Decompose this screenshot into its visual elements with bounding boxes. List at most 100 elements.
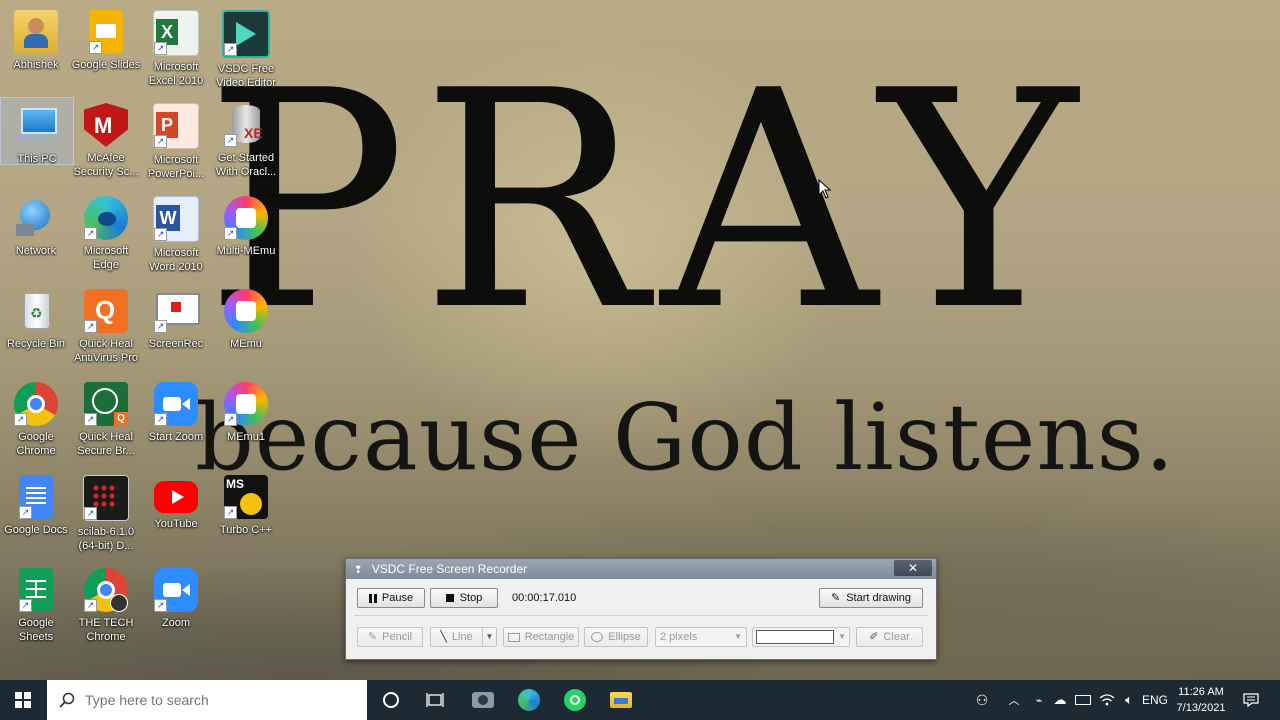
desktop-icon-youtube[interactable]: YouTube [140,469,212,559]
computer-icon [15,104,59,148]
turbo-cpp-icon: MS ↗ [224,475,268,519]
desktop-icon-recycle-bin[interactable]: ♻ Recycle Bin [0,283,72,373]
google-docs-icon: ↗ [19,475,53,519]
cloud-icon: ☁ [1053,692,1067,707]
desktop-icon-edge[interactable]: ↗ Microsoft Edge [70,190,142,280]
desktop-icon-abhishek[interactable]: Abhishek [0,4,72,94]
wifi-tray-button[interactable] [1096,680,1118,720]
word-icon: W ↗ [153,196,199,242]
rectangle-icon [507,632,520,642]
desktop-icon-mcafee[interactable]: M McAfee Security Sc... [70,97,142,187]
recorder-app-icon: ❢ [354,565,363,576]
wallpaper-subtitle: because God listens. [195,384,1176,491]
input-language-button[interactable]: ENG [1140,680,1170,720]
zoom-icon: ↗ [154,382,198,426]
network-icon [14,196,58,240]
quickheal-icon: Q ↗ [84,289,128,333]
chevron-up-icon: ︿ [1008,695,1020,707]
desktop-icon-vsdc-editor[interactable]: ↗ VSDC Free Video Editor [210,4,282,94]
desktop-icon-the-tech-chrome[interactable]: ↗ THE TECH Chrome [70,562,142,652]
vsdc-editor-icon: ↗ [222,10,270,58]
oracle-icon: XE ↗ [224,103,268,147]
line-tool-button[interactable]: ╲ Line [430,627,482,647]
chevron-down-icon: ▼ [485,632,494,641]
color-picker-select[interactable]: ▼ [752,627,850,647]
wallpaper-title: PRAY [205,27,1092,376]
recycle-bin-icon: ♻ [14,289,58,333]
recorder-divider [354,615,928,616]
desktop-icon-turbo-cpp[interactable]: MS ↗ Turbo C++ [210,469,282,559]
taskbar-file-explorer[interactable] [598,680,644,720]
pause-icon [368,593,377,603]
task-view-icon [426,693,444,707]
desktop-icon-memu1[interactable]: ↗ MEmu1 [210,376,282,466]
desktop-icon-quickheal-browser[interactable]: Q ↗ Quick Heal Secure Br... [70,376,142,466]
recorder-title: VSDC Free Screen Recorder [371,562,528,576]
battery-tray-button[interactable] [1072,680,1094,720]
stroke-size-select[interactable]: 2 pixels ▼ [655,627,747,647]
excel-icon: X ↗ [153,10,199,56]
pencil-icon: ✎ [367,631,378,643]
user-folder-icon [14,10,58,54]
show-hidden-icons-button[interactable]: ︿ [1004,680,1024,720]
brush-icon: ✎ [830,592,841,604]
taskbar-edge[interactable] [506,680,552,720]
volume-tray-button[interactable]: 🔈︎ [1118,680,1140,720]
taskbar-camera-app[interactable] [460,680,506,720]
desktop-icon-oracle[interactable]: XE ↗ Get Started With Oracl... [210,97,282,187]
search-icon [59,692,75,708]
desktop-icon-start-zoom[interactable]: ↗ Start Zoom [140,376,212,466]
google-slides-icon: ↗ [89,10,123,54]
recorder-titlebar[interactable]: ❢ VSDC Free Screen Recorder ✕ [346,559,936,579]
stop-button[interactable]: Stop [430,588,498,608]
screen-recorder-window: ❢ VSDC Free Screen Recorder ✕ Pause Stop… [345,558,937,660]
start-button[interactable] [0,680,46,720]
start-drawing-button[interactable]: ✎ Start drawing [819,588,923,608]
pause-button[interactable]: Pause [357,588,425,608]
ellipse-tool-button[interactable]: Ellipse [584,627,648,647]
notification-icon [1243,693,1259,707]
desktop-icon-word[interactable]: W ↗ Microsoft Word 2010 [140,190,212,280]
desktop-icon-google-sheets[interactable]: ↗ Google Sheets [0,562,72,652]
desktop-icon-screenrec[interactable]: ↗ ScreenRec [140,283,212,373]
desktop-icon-network[interactable]: Network [0,190,72,280]
onedrive-tray-button[interactable]: ☁ [1050,680,1070,720]
line-options-dropdown[interactable]: ▼ [482,627,497,647]
youtube-icon [154,481,198,513]
desktop-icon-google-slides[interactable]: ↗ Google Slides [70,4,142,94]
desktop-icon-memu[interactable]: MEmu [210,283,282,373]
taskbar-whatsapp[interactable] [552,680,598,720]
edge-icon [518,689,540,711]
whatsapp-icon [564,689,586,711]
color-swatch [756,630,834,644]
taskbar-clock[interactable]: 11:26 AM 7/13/2021 [1170,684,1232,716]
taskbar-search[interactable] [47,680,367,720]
pencil-tool-button[interactable]: ✎ Pencil [357,627,423,647]
rectangle-tool-button[interactable]: Rectangle [503,627,579,647]
desktop-icon-zoom[interactable]: ↗ Zoom [140,562,212,652]
search-input[interactable] [83,691,347,709]
desktop-icon-chrome[interactable]: ↗ Google Chrome [0,376,72,466]
memu-icon: ↗ [224,196,268,240]
battery-icon [1075,695,1091,705]
stop-icon [445,594,454,602]
people-button[interactable]: ⚇ [968,680,996,720]
clear-button[interactable]: ✐ Clear [856,627,923,647]
desktop-icon-this-pc[interactable]: This PC [0,97,74,165]
zoom-icon: ↗ [154,568,198,612]
usb-tray-button[interactable]: ⌁ [1030,680,1048,720]
desktop-icon-quickheal[interactable]: Q ↗ Quick Heal AntiVirus Pro [70,283,142,373]
cortana-icon [383,692,399,708]
close-button[interactable]: ✕ [894,560,932,576]
task-view-button[interactable] [412,680,458,720]
desktop-icon-google-docs[interactable]: ↗ Google Docs [0,469,72,559]
action-center-button[interactable] [1236,680,1266,720]
desktop-icon-powerpoint[interactable]: P ↗ Microsoft PowerPoi... [140,97,212,187]
desktop-icon-scilab[interactable]: ↗ scilab-6.1.0 (64-bit) D... [70,469,142,559]
line-icon: ╲ [440,631,447,643]
desktop-icon-multi-memu[interactable]: ↗ Multi-MEmu [210,190,282,280]
camera-icon [472,692,494,708]
recording-timer: 00:00:17.010 [512,592,577,604]
cortana-button[interactable] [368,680,414,720]
desktop-icon-excel[interactable]: X ↗ Microsoft Excel 2010 [140,4,212,94]
